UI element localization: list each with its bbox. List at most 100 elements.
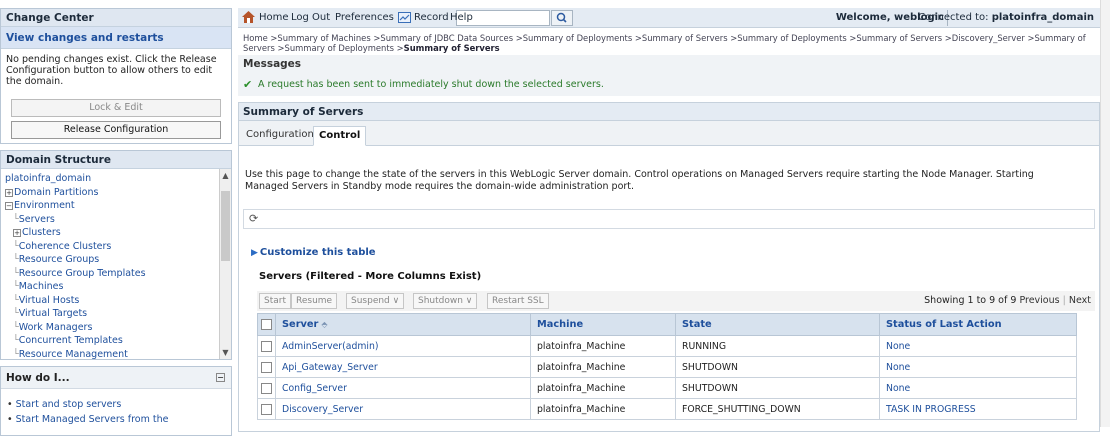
state-cell: FORCE_SHUTTING_DOWN: [675, 398, 880, 420]
table-toolbar: Start Resume Suspend ∨ Shutdown ∨ Restar…: [257, 291, 1095, 311]
tree-item-virtual-targets[interactable]: └Virtual Targets: [5, 307, 231, 321]
status-link[interactable]: TASK IN PROGRESS: [879, 398, 1077, 420]
breadcrumb-path[interactable]: Home >Summary of Machines >Summary of JD…: [243, 33, 1086, 53]
column-header-machine[interactable]: Machine: [530, 313, 676, 336]
tree-item-concurrent-templates[interactable]: └Concurrent Templates: [5, 334, 231, 348]
tree-item-resource-groups[interactable]: └Resource Groups: [5, 253, 231, 267]
page-title: Summary of Servers: [239, 103, 1099, 121]
breadcrumb: Home >Summary of Machines >Summary of JD…: [243, 33, 1093, 53]
tree-item-machines[interactable]: └Machines: [5, 280, 231, 294]
column-header-status[interactable]: Status of Last Action: [879, 313, 1077, 336]
tree-item-resource-group-templates[interactable]: └Resource Group Templates: [5, 267, 231, 281]
checkmark-icon: ✔: [243, 78, 253, 91]
tree-item-resource-management[interactable]: └Resource Management: [5, 348, 231, 360]
logout-link[interactable]: Log Out: [291, 12, 330, 23]
previous-link[interactable]: Previous: [1019, 295, 1059, 306]
sort-icon[interactable]: ⬘: [321, 320, 327, 329]
tree-item-work-managers[interactable]: └Work Managers: [5, 321, 231, 335]
record-icon[interactable]: [398, 12, 411, 23]
row-checkbox[interactable]: [261, 403, 272, 415]
tree-item-domain-partitions[interactable]: + Domain Partitions: [5, 186, 231, 200]
scroll-thumb[interactable]: [221, 191, 230, 261]
row-checkbox[interactable]: [261, 361, 272, 373]
page-description: Use this page to change the state of the…: [245, 169, 1034, 192]
restart-ssl-button[interactable]: Restart SSL: [487, 293, 549, 309]
search-button[interactable]: [551, 10, 573, 26]
domain-tree: platoinfra_domain + Domain Partitions − En…: [1, 169, 231, 359]
connected-text: Connected to: platoinfra_domain: [918, 12, 1094, 23]
how-do-i-list: • Start and stop servers • Start Managed S…: [1, 389, 231, 427]
next-link[interactable]: Next: [1069, 295, 1091, 306]
list-item[interactable]: • Start Managed Servers from the: [7, 412, 231, 427]
tree-item-domain[interactable]: platoinfra_domain: [5, 172, 231, 186]
row-checkbox[interactable]: [261, 382, 272, 394]
breadcrumb-current: Summary of Servers: [403, 43, 500, 53]
preferences-link[interactable]: Preferences: [335, 12, 394, 23]
status-link[interactable]: None: [879, 356, 1077, 378]
table-row: Discovery_Server platoinfra_Machine FORC…: [257, 398, 1077, 420]
top-bar: Home Log Out Preferences Record Welcome,…: [238, 8, 1100, 28]
lock-edit-button[interactable]: Lock & Edit: [11, 99, 221, 117]
help-link[interactable]: Help: [450, 12, 473, 23]
state-cell: SHUTDOWN: [675, 356, 880, 378]
servers-table: Server ⬘ Machine State Status of Last Act…: [257, 313, 1077, 420]
status-link[interactable]: None: [879, 335, 1077, 357]
row-checkbox[interactable]: [261, 340, 272, 352]
state-cell: RUNNING: [675, 335, 880, 357]
refresh-icon[interactable]: ⟳: [249, 212, 258, 225]
home-icon[interactable]: [242, 11, 255, 23]
expand-icon[interactable]: +: [13, 229, 21, 237]
scroll-up-icon[interactable]: ▲: [221, 171, 230, 180]
tab-bar: Configuration Control: [239, 121, 1099, 146]
scroll-down-icon[interactable]: ▼: [221, 348, 230, 357]
status-link[interactable]: None: [879, 377, 1077, 399]
refresh-bar: ⟳: [243, 209, 1095, 229]
showing-count: Showing 1 to 9 of 9: [924, 295, 1017, 306]
tab-configuration[interactable]: Configuration: [241, 126, 319, 146]
tab-control[interactable]: Control: [313, 126, 367, 146]
tree-item-environment[interactable]: − Environment: [5, 199, 231, 213]
customize-table-link[interactable]: ▶ Customize this table: [251, 247, 376, 258]
tree-item-clusters[interactable]: + Clusters: [5, 226, 231, 240]
server-link[interactable]: Config_Server: [275, 377, 531, 399]
change-center-title: Change Center: [1, 9, 231, 27]
shutdown-button[interactable]: Shutdown ∨: [413, 293, 478, 309]
list-item[interactable]: • Start and stop servers: [7, 397, 231, 412]
server-link[interactable]: AdminServer(admin): [275, 335, 531, 357]
tree-item-servers[interactable]: └Servers: [5, 213, 231, 227]
machine-cell: platoinfra_Machine: [530, 398, 676, 420]
table-row: Config_Server platoinfra_Machine SHUTDOW…: [257, 377, 1077, 399]
state-cell: SHUTDOWN: [675, 377, 880, 399]
start-button[interactable]: Start: [259, 293, 291, 309]
expand-icon[interactable]: +: [5, 188, 13, 197]
table-header-row: Server ⬘ Machine State Status of Last Act…: [257, 313, 1077, 336]
table-row: AdminServer(admin) platoinfra_Machine RU…: [257, 335, 1077, 357]
messages-title: Messages: [243, 58, 302, 70]
domain-structure-panel: Domain Structure platoinfra_domain + Doma…: [0, 150, 232, 360]
select-all-checkbox[interactable]: [261, 318, 272, 330]
page-scrollbar[interactable]: [1100, 0, 1110, 427]
column-header-state[interactable]: State: [675, 313, 880, 336]
resume-button[interactable]: Resume: [291, 293, 338, 309]
domain-structure-title: Domain Structure: [1, 151, 231, 169]
expand-triangle-icon: ▶: [251, 248, 258, 258]
table-row: Api_Gateway_Server platoinfra_Machine SH…: [257, 356, 1077, 378]
collapse-icon[interactable]: −: [5, 202, 13, 210]
home-link[interactable]: Home: [259, 12, 289, 23]
suspend-button[interactable]: Suspend ∨: [346, 293, 405, 309]
how-do-i-panel: How do I... − • Start and stop servers • S…: [0, 366, 232, 436]
server-link[interactable]: Discovery_Server: [275, 398, 531, 420]
release-configuration-button[interactable]: Release Configuration: [11, 121, 221, 139]
view-changes-link[interactable]: View changes and restarts: [1, 27, 231, 49]
machine-cell: platoinfra_Machine: [530, 377, 676, 399]
weblogic-console: Change Center View changes and restarts …: [0, 0, 1110, 436]
collapse-icon[interactable]: −: [216, 373, 225, 382]
change-center-message: No pending changes exist. Click the Rele…: [6, 54, 217, 87]
column-header-server[interactable]: Server ⬘: [275, 313, 531, 336]
summary-of-servers-panel: Summary of Servers Configuration Control…: [238, 102, 1100, 432]
record-link[interactable]: Record: [414, 12, 449, 23]
server-link[interactable]: Api_Gateway_Server: [275, 356, 531, 378]
tree-item-coherence-clusters[interactable]: └Coherence Clusters: [5, 240, 231, 254]
tree-item-virtual-hosts[interactable]: └Virtual Hosts: [5, 294, 231, 308]
tree-scrollbar[interactable]: ▲ ▼: [219, 169, 231, 359]
